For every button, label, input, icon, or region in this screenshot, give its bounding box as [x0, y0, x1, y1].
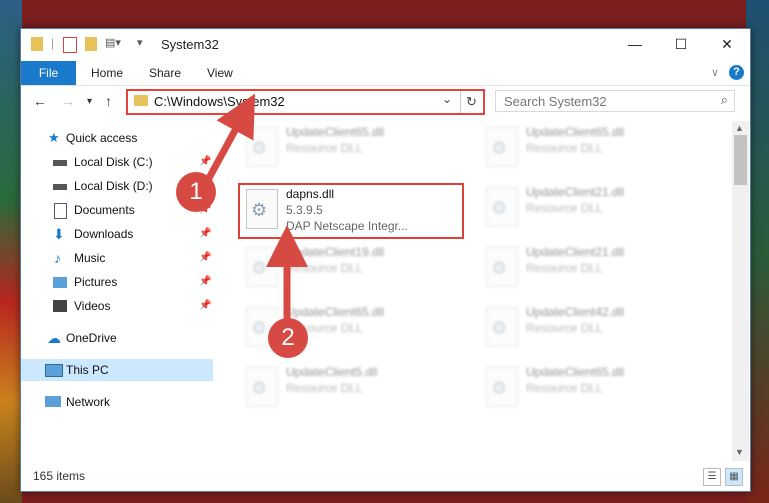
back-arrow-icon[interactable]: ← — [33, 93, 47, 109]
search-icon[interactable]: ⌕ — [721, 92, 728, 108]
file-item[interactable]: ⚙ UpdateClient65.dll Resource DLL — [480, 123, 700, 173]
folder-icon — [31, 37, 43, 51]
refresh-icon[interactable]: ↻ — [460, 91, 482, 113]
details-view-icon[interactable]: ☰ — [703, 468, 721, 486]
tab-file[interactable]: File — [21, 61, 76, 85]
file-name: dapns.dll — [286, 187, 335, 201]
cloud-icon: ☁ — [47, 330, 61, 346]
step1-badge: 1 — [176, 172, 216, 212]
minimize-button[interactable]: — — [612, 29, 658, 59]
file-item[interactable]: ⚙ UpdateClient21.dll Resource DLL — [480, 243, 700, 293]
window-title: System32 — [161, 37, 219, 52]
dll-file-icon: ⚙ — [246, 247, 278, 287]
sidebar-item-videos[interactable]: Videos 📌 — [21, 295, 213, 317]
dll-file-icon: ⚙ — [246, 189, 278, 229]
videos-icon — [53, 300, 67, 312]
properties-icon[interactable] — [63, 37, 77, 53]
search-box[interactable]: ⌕ — [495, 90, 735, 112]
pin-icon[interactable]: 📌 — [199, 151, 211, 173]
pin-icon[interactable]: 📌 — [199, 223, 211, 245]
tab-share[interactable]: Share — [149, 61, 181, 85]
new-folder-icon[interactable] — [85, 37, 97, 51]
vertical-scrollbar[interactable]: ▲ ▼ — [732, 121, 749, 461]
ribbon-tabs: File Home Share View ∨ ? — [21, 61, 750, 86]
star-icon: ★ — [48, 130, 60, 145]
sidebar-item-network[interactable]: Network — [21, 391, 213, 413]
maximize-button[interactable]: ☐ — [658, 29, 704, 59]
tab-view[interactable]: View — [207, 61, 233, 85]
file-item[interactable]: ⚙ UpdateClient19.dll Resource DLL — [240, 243, 460, 293]
forward-arrow-icon[interactable]: → — [61, 93, 75, 109]
scrollbar-thumb[interactable] — [734, 135, 747, 185]
chevron-down-icon[interactable]: ▾ — [137, 36, 143, 54]
address-bar[interactable]: C:\Windows\System32 ⌄ ↻ — [126, 89, 485, 115]
dll-file-icon: ⚙ — [486, 127, 518, 167]
dll-file-icon: ⚙ — [246, 127, 278, 167]
dll-file-icon: ⚙ — [486, 367, 518, 407]
drive-icon — [53, 184, 67, 190]
drive-icon — [53, 160, 67, 166]
status-bar: 165 items ☰ ▦ — [21, 465, 750, 489]
step2-badge: 2 — [268, 318, 308, 358]
search-input[interactable] — [502, 93, 706, 110]
file-item[interactable]: ⚙ UpdateClient65.dll Resource DLL — [480, 363, 700, 413]
sidebar-item-pictures[interactable]: Pictures 📌 — [21, 271, 213, 293]
pin-icon[interactable]: 📌 — [199, 271, 211, 293]
dll-file-icon: ⚙ — [486, 187, 518, 227]
navigation-pane: ★ Quick access Local Disk (C:) 📌 Local D… — [21, 121, 213, 461]
sidebar-item-this-pc[interactable]: This PC — [21, 359, 213, 381]
scroll-up-icon[interactable]: ▲ — [735, 123, 744, 133]
file-item[interactable]: ⚙ UpdateClient5.dll Resource DLL — [240, 363, 460, 413]
file-item[interactable]: ⚙ UpdateClient21.dll Resource DLL — [480, 183, 700, 233]
separator-icon: | — [51, 36, 55, 50]
sidebar-item-music[interactable]: ♪ Music 📌 — [21, 247, 213, 269]
computer-icon — [45, 364, 63, 377]
help-icon[interactable]: ? — [729, 65, 744, 80]
tiles-view-icon[interactable]: ▦ — [725, 468, 743, 486]
file-version: 5.3.9.5 — [286, 203, 323, 217]
sidebar-item-downloads[interactable]: ⬇ Downloads 📌 — [21, 223, 213, 245]
pin-icon[interactable]: 📌 — [199, 247, 211, 269]
scroll-down-icon[interactable]: ▼ — [735, 447, 744, 457]
navigation-bar: ← → ▾ ↑ C:\Windows\System32 ⌄ ↻ ⌕ — [21, 86, 750, 118]
dll-file-icon: ⚙ — [486, 307, 518, 347]
network-icon — [45, 396, 61, 407]
documents-icon — [54, 203, 67, 219]
desktop-background-left — [0, 0, 22, 503]
download-icon: ⬇ — [53, 226, 65, 242]
address-path[interactable]: C:\Windows\System32 — [154, 94, 285, 109]
expand-ribbon-icon[interactable]: ∨ — [711, 66, 719, 79]
close-button[interactable]: ✕ — [704, 29, 750, 59]
highlighted-file-item[interactable]: ⚙ dapns.dll 5.3.9.5 DAP Netscape Integr.… — [238, 183, 464, 239]
file-list: ⚙ UpdateClient65.dll Resource DLL ⚙ Upda… — [224, 121, 729, 461]
chevron-down-icon[interactable]: ⌄ — [442, 92, 452, 106]
music-icon: ♪ — [54, 250, 61, 266]
file-description: DAP Netscape Integr... — [286, 219, 408, 233]
file-item[interactable]: ⚙ UpdateClient42.dll Resource DLL — [480, 303, 700, 353]
pictures-icon — [53, 277, 67, 288]
sidebar-item-onedrive[interactable]: ☁ OneDrive — [21, 327, 213, 349]
file-item[interactable]: ⚙ UpdateClient65.dll Resource DLL — [240, 123, 460, 173]
tab-home[interactable]: Home — [91, 61, 123, 85]
item-count: 165 items — [33, 469, 86, 483]
recent-locations-icon[interactable]: ▾ — [87, 96, 92, 107]
sidebar-item-local-disk-c[interactable]: Local Disk (C:) 📌 — [21, 151, 213, 173]
explorer-window: | ▤▾ ▾ System32 — ☐ ✕ File Home Share Vi… — [20, 28, 751, 492]
folder-icon — [134, 95, 148, 106]
pin-icon[interactable]: 📌 — [199, 295, 211, 317]
sidebar-item-quick-access[interactable]: ★ Quick access — [21, 127, 213, 149]
customize-qa-icon[interactable]: ▤▾ — [105, 36, 121, 54]
up-arrow-icon[interactable]: ↑ — [105, 93, 112, 109]
dll-file-icon: ⚙ — [486, 247, 518, 287]
title-bar: | ▤▾ ▾ System32 — ☐ ✕ — [21, 29, 750, 61]
dll-file-icon: ⚙ — [246, 367, 278, 407]
